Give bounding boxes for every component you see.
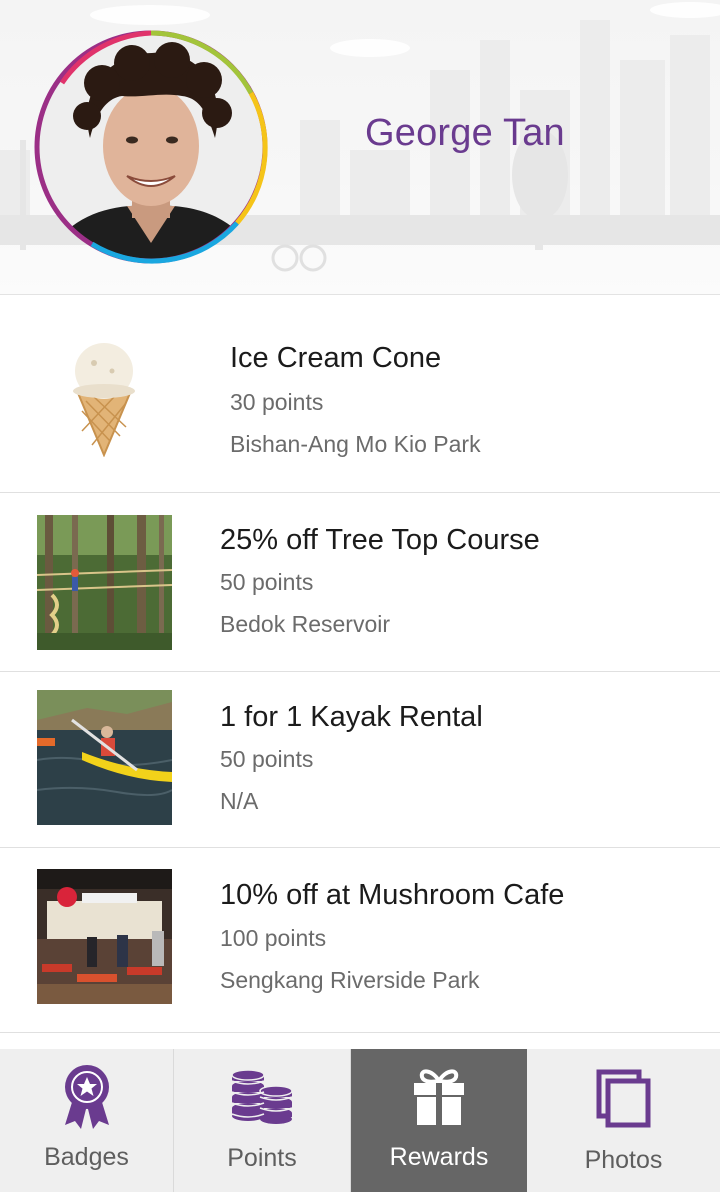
nav-photos[interactable]: Photos: [527, 1049, 720, 1192]
reward-item[interactable]: 1 for 1 Kayak Rental 50 points N/A: [0, 672, 720, 848]
nav-rewards[interactable]: Rewards: [351, 1049, 527, 1192]
profile-name: George Tan: [365, 112, 565, 154]
reward-points: 30 points: [230, 389, 324, 415]
reward-title: 1 for 1 Kayak Rental: [220, 701, 483, 733]
tree-top-course-image: [37, 515, 172, 650]
rewards-list: Ice Cream Cone 30 points Bishan-Ang Mo K…: [0, 295, 720, 1033]
gift-icon: [414, 1069, 464, 1125]
reward-title: 10% off at Mushroom Cafe: [220, 879, 565, 911]
reward-item[interactable]: Ice Cream Cone 30 points Bishan-Ang Mo K…: [0, 295, 720, 493]
reward-location: Sengkang Riverside Park: [220, 967, 480, 993]
nav-label: Badges: [44, 1143, 129, 1171]
bottom-nav: Badges Points Rewards Photos: [0, 1049, 720, 1192]
reward-points: 50 points: [220, 569, 314, 595]
nav-label: Photos: [584, 1146, 663, 1174]
reward-points: 100 points: [220, 925, 327, 951]
reward-title: 25% off Tree Top Course: [220, 524, 540, 556]
reward-location: N/A: [220, 788, 259, 814]
badge-icon: [64, 1065, 109, 1129]
reward-title: Ice Cream Cone: [230, 342, 442, 374]
ice-cream-cone-image: [73, 343, 135, 457]
nav-badges[interactable]: Badges: [0, 1049, 174, 1192]
profile-header: George Tan: [0, 0, 720, 295]
nav-points[interactable]: Points: [174, 1049, 351, 1192]
photos-icon: [596, 1069, 650, 1128]
reward-location: Bishan-Ang Mo Kio Park: [230, 431, 481, 457]
nav-label: Points: [227, 1144, 297, 1172]
reward-item[interactable]: 10% off at Mushroom Cafe 100 points Seng…: [0, 848, 720, 1033]
mushroom-cafe-image: [37, 869, 172, 1004]
reward-item[interactable]: 25% off Tree Top Course 50 points Bedok …: [0, 493, 720, 672]
reward-location: Bedok Reservoir: [220, 611, 391, 637]
avatar[interactable]: [32, 28, 270, 266]
reward-points: 50 points: [220, 746, 314, 772]
coins-icon: [231, 1069, 293, 1124]
nav-label: Rewards: [389, 1143, 489, 1171]
kayak-image: [37, 690, 172, 825]
